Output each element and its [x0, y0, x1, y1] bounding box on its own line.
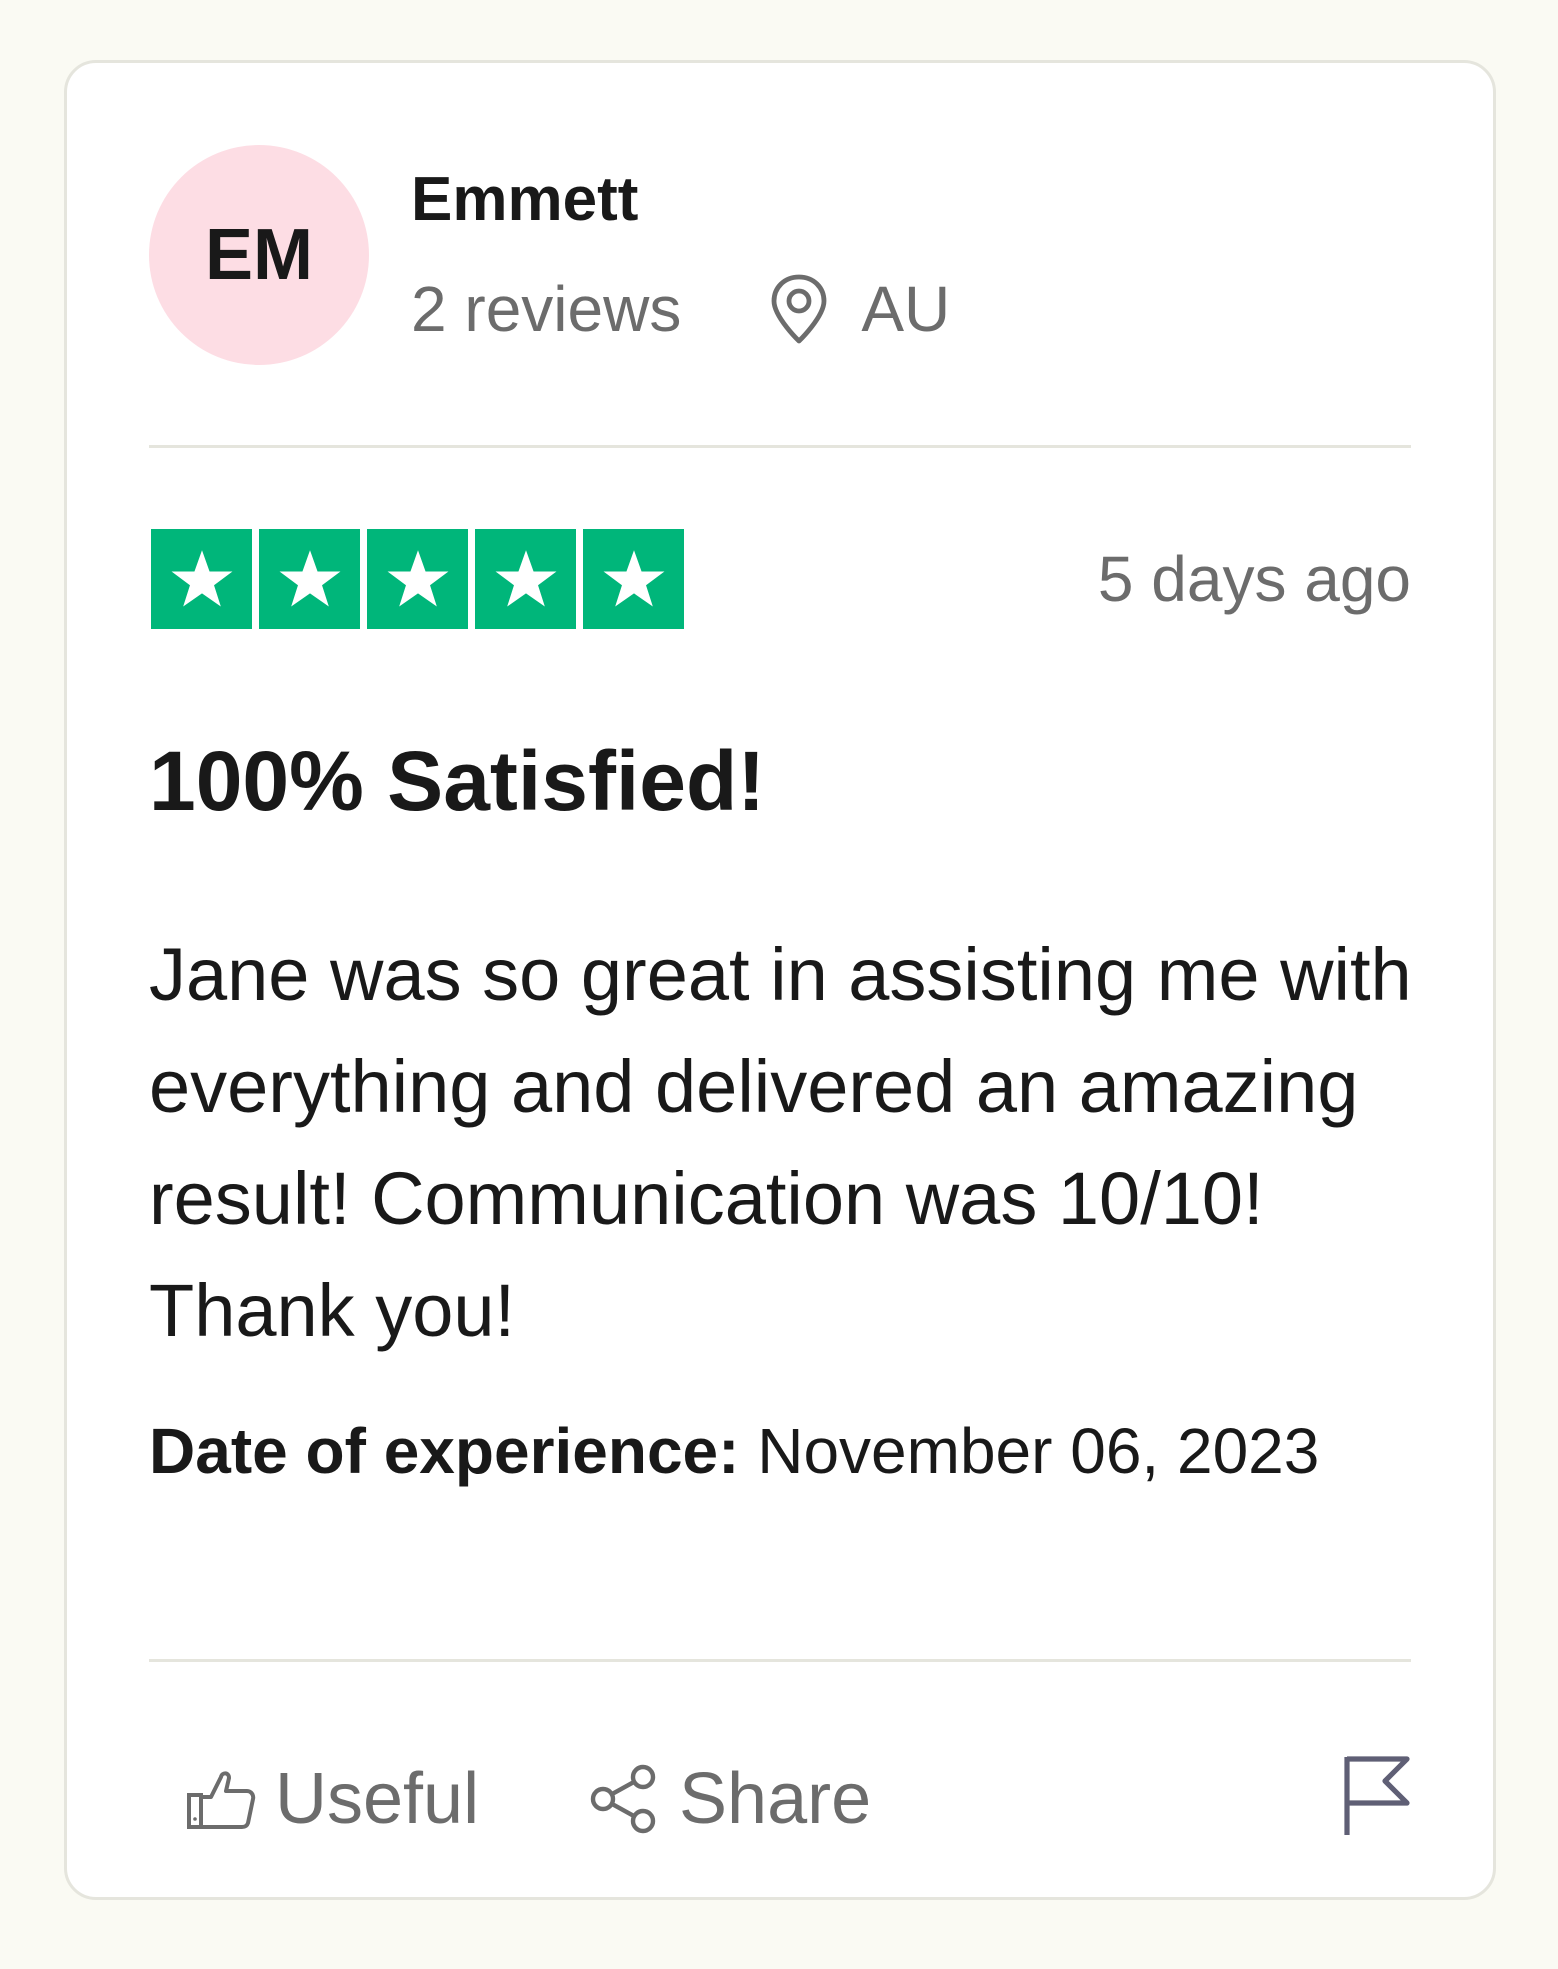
- thumbs-up-icon: [187, 1771, 256, 1829]
- star-3: [367, 529, 468, 629]
- reviewer-name[interactable]: Emmett: [411, 163, 638, 237]
- star-rating: [151, 529, 684, 629]
- header-divider: [149, 445, 1411, 448]
- review-date: 5 days ago: [1097, 543, 1411, 615]
- star-icon: [171, 550, 232, 607]
- rating-row: 5 days ago: [151, 529, 1411, 631]
- review-actions: Useful Share: [149, 1749, 1411, 1849]
- location-pin-icon: [771, 274, 827, 344]
- experience-date: November 06, 2023: [757, 1415, 1320, 1487]
- reviewer-meta: 2 reviews AU: [411, 271, 950, 348]
- star-icon: [495, 550, 556, 607]
- share-button[interactable]: Share: [589, 1749, 871, 1849]
- experience-label: Date of experience:: [149, 1415, 740, 1487]
- star-4: [475, 529, 576, 629]
- footer-divider: [149, 1659, 1411, 1662]
- reviewer-location: AU: [767, 271, 950, 348]
- review-body: Jane was so great in assisting me with e…: [149, 933, 1412, 1352]
- flag-icon[interactable]: [1341, 1753, 1411, 1837]
- share-icon: [590, 1764, 656, 1834]
- useful-label: Useful: [275, 1759, 480, 1839]
- star-icon: [603, 550, 664, 607]
- country-code: AU: [861, 273, 951, 345]
- avatar[interactable]: EM: [149, 145, 369, 365]
- share-label: Share: [679, 1759, 872, 1839]
- star-icon: [387, 550, 448, 607]
- star-2: [259, 529, 360, 629]
- date-of-experience: Date of experience: November 06, 2023: [149, 1403, 1349, 1499]
- star-1: [151, 529, 252, 629]
- review-count: 2 reviews: [411, 273, 682, 345]
- star-icon: [279, 550, 340, 607]
- reviewer-header: EM Emmett 2 reviews AU: [149, 145, 1411, 365]
- review-title[interactable]: 100% Satisfied!: [149, 731, 765, 832]
- review-card: EM Emmett 2 reviews AU 5 days ago 100% S…: [64, 60, 1496, 1900]
- star-5: [583, 529, 684, 629]
- useful-button[interactable]: Useful: [185, 1749, 479, 1849]
